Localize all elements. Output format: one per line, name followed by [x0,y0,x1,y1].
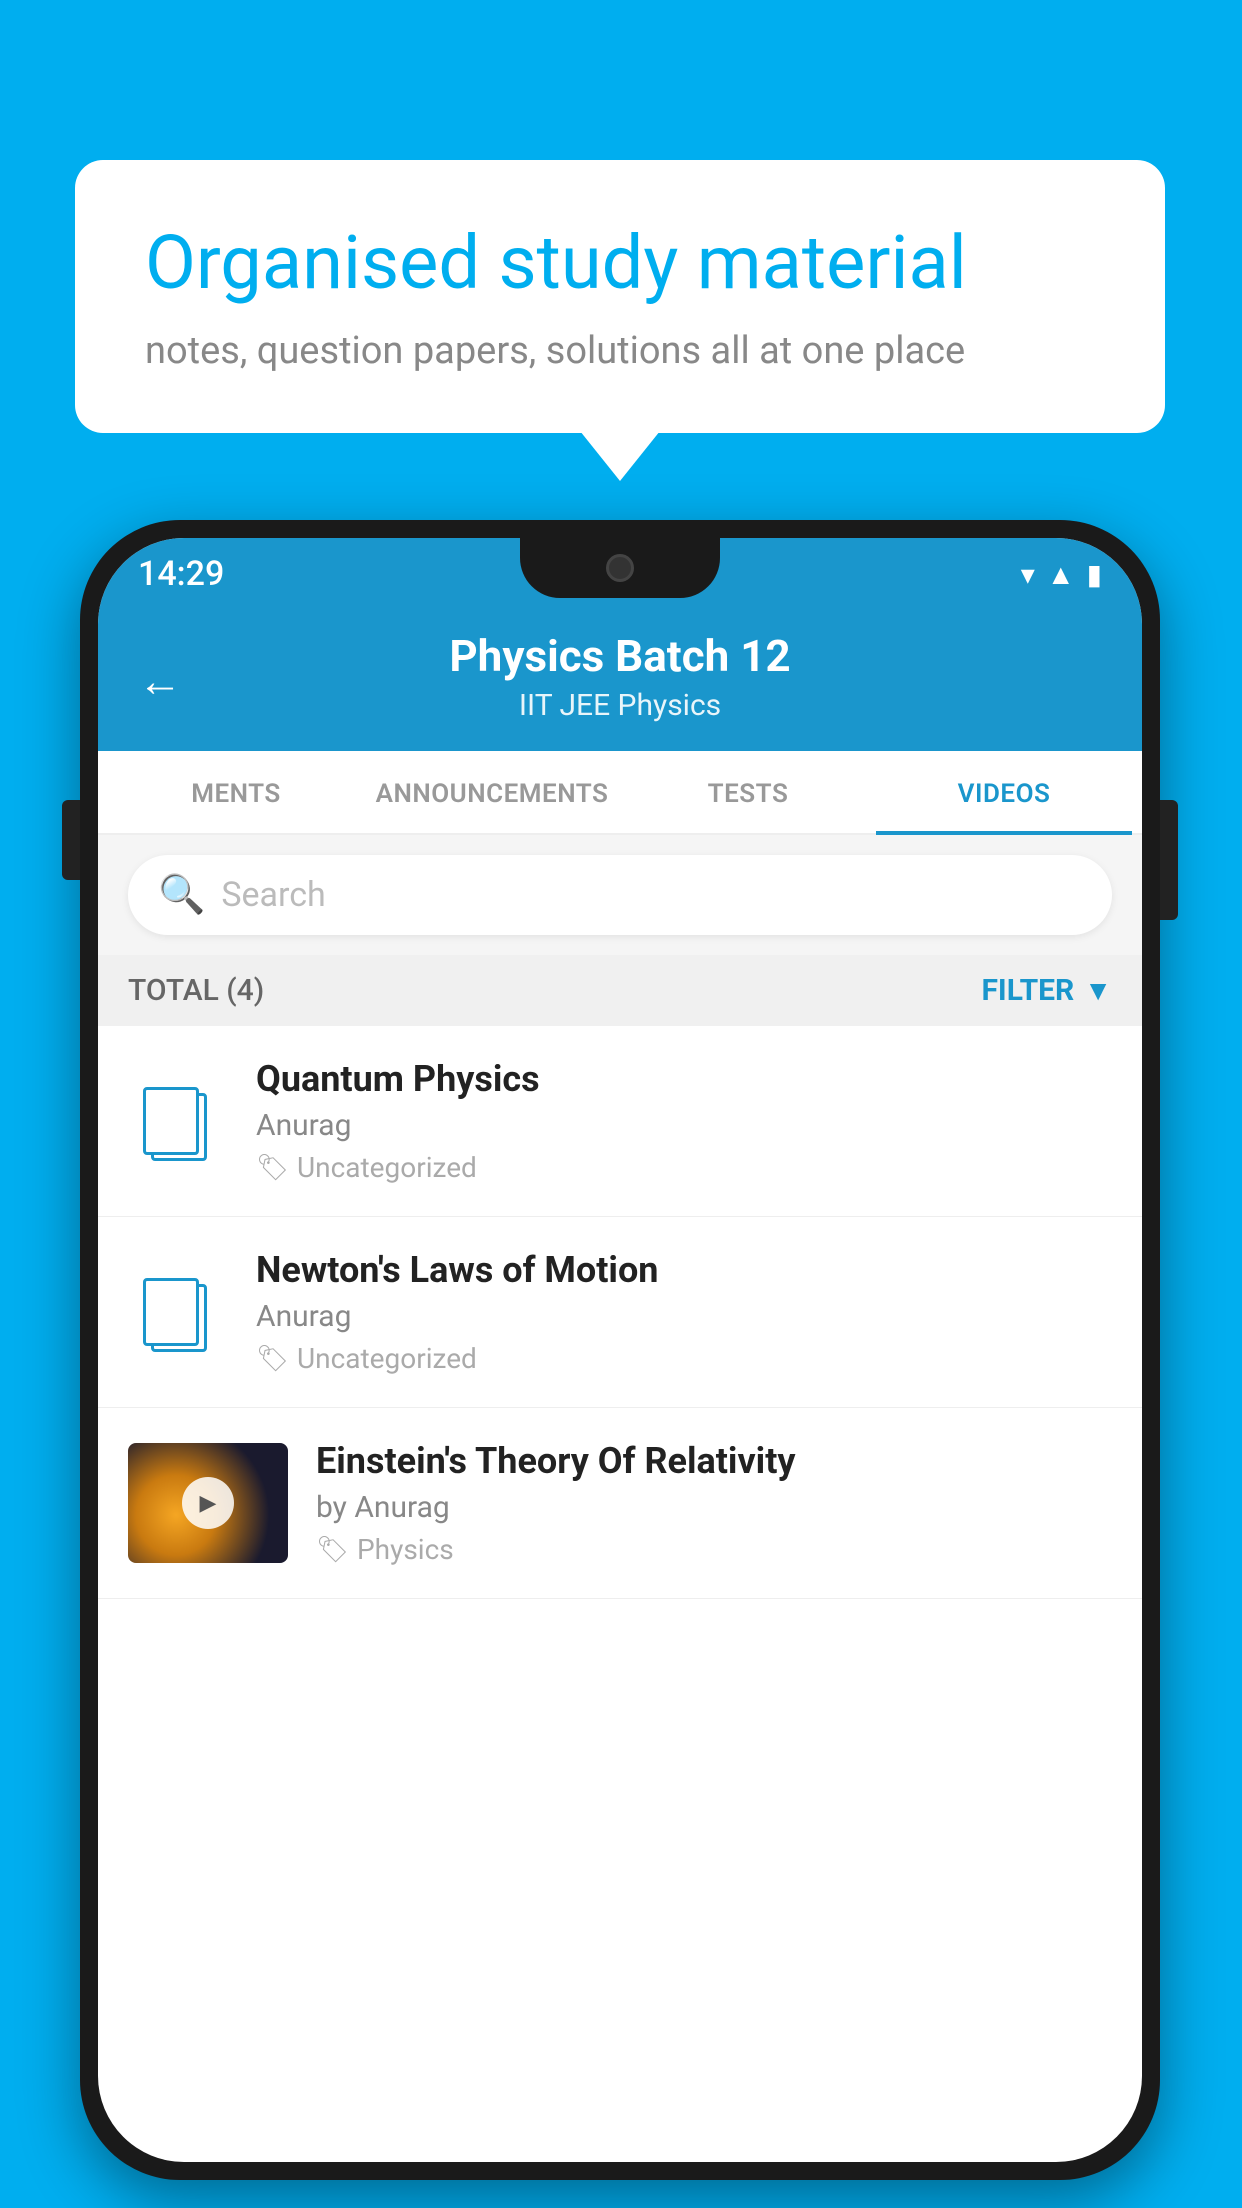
filter-label: FILTER [981,973,1074,1008]
video-title: Newton's Laws of Motion [256,1249,1112,1291]
video-title: Einstein's Theory Of Relativity [316,1440,1112,1482]
video-author: Anurag [256,1108,1112,1143]
tag-icon: 🏷 [256,1153,289,1183]
tab-bar: MENTS ANNOUNCEMENTS TESTS VIDEOS [98,751,1142,835]
tag-label: Uncategorized [297,1342,477,1375]
header-title: Physics Batch 12 [138,630,1102,682]
video-author: Anurag [256,1299,1112,1334]
phone-wrapper: 14:29 ▾ ▲ ▮ ← Physics Batch 12 IIT JEE P… [80,520,1160,2180]
app-header: ← Physics Batch 12 IIT JEE Physics [98,610,1142,751]
wifi-icon: ▾ [1021,558,1035,591]
phone-screen: 14:29 ▾ ▲ ▮ ← Physics Batch 12 IIT JEE P… [98,538,1142,2162]
search-container: 🔍 Search [98,835,1142,955]
signal-icon: ▲ [1047,558,1075,591]
file-pages-icon [143,1081,213,1161]
phone-notch [520,538,720,598]
list-item[interactable]: ▶ Einstein's Theory Of Relativity by Anu… [98,1408,1142,1599]
tag-icon: 🏷 [256,1344,289,1374]
video-info: Newton's Laws of Motion Anurag 🏷 Uncateg… [256,1249,1112,1375]
filter-button[interactable]: FILTER ▼ [981,973,1112,1008]
bubble-subtitle: notes, question papers, solutions all at… [145,329,1095,373]
video-author: by Anurag [316,1490,1112,1525]
file-pages-icon [143,1272,213,1352]
video-thumbnail: ▶ [128,1443,288,1563]
tag-label: Uncategorized [297,1151,477,1184]
video-tag: 🏷 Physics [316,1533,1112,1566]
tag-label: Physics [357,1533,454,1566]
tab-announcements[interactable]: ANNOUNCEMENTS [364,751,620,835]
battery-icon: ▮ [1087,558,1102,591]
search-bar[interactable]: 🔍 Search [128,855,1112,935]
tab-ments[interactable]: MENTS [108,751,364,835]
tab-videos[interactable]: VIDEOS [876,751,1132,835]
file-icon-container [128,1272,228,1352]
video-list: Quantum Physics Anurag 🏷 Uncategorized [98,1026,1142,1599]
list-item[interactable]: Newton's Laws of Motion Anurag 🏷 Uncateg… [98,1217,1142,1408]
filter-icon: ▼ [1084,974,1112,1007]
video-info: Einstein's Theory Of Relativity by Anura… [316,1440,1112,1566]
play-button-icon: ▶ [182,1477,234,1529]
header-subtitle: IIT JEE Physics [138,688,1102,723]
search-placeholder: Search [221,875,325,915]
file-icon-container [128,1081,228,1161]
search-icon: 🔍 [158,873,205,917]
status-time: 14:29 [138,554,224,594]
video-tag: 🏷 Uncategorized [256,1342,1112,1375]
back-button[interactable]: ← [138,655,182,707]
speech-bubble-wrapper: Organised study material notes, question… [75,160,1165,433]
tab-tests[interactable]: TESTS [620,751,876,835]
total-count: TOTAL (4) [128,973,264,1008]
bubble-title: Organised study material [145,220,1095,309]
video-info: Quantum Physics Anurag 🏷 Uncategorized [256,1058,1112,1184]
front-camera [606,554,634,582]
phone-outer: 14:29 ▾ ▲ ▮ ← Physics Batch 12 IIT JEE P… [80,520,1160,2180]
video-title: Quantum Physics [256,1058,1112,1100]
list-item[interactable]: Quantum Physics Anurag 🏷 Uncategorized [98,1026,1142,1217]
speech-bubble: Organised study material notes, question… [75,160,1165,433]
status-icons: ▾ ▲ ▮ [1021,558,1102,591]
tag-icon: 🏷 [316,1535,349,1565]
filter-bar: TOTAL (4) FILTER ▼ [98,955,1142,1026]
video-tag: 🏷 Uncategorized [256,1151,1112,1184]
